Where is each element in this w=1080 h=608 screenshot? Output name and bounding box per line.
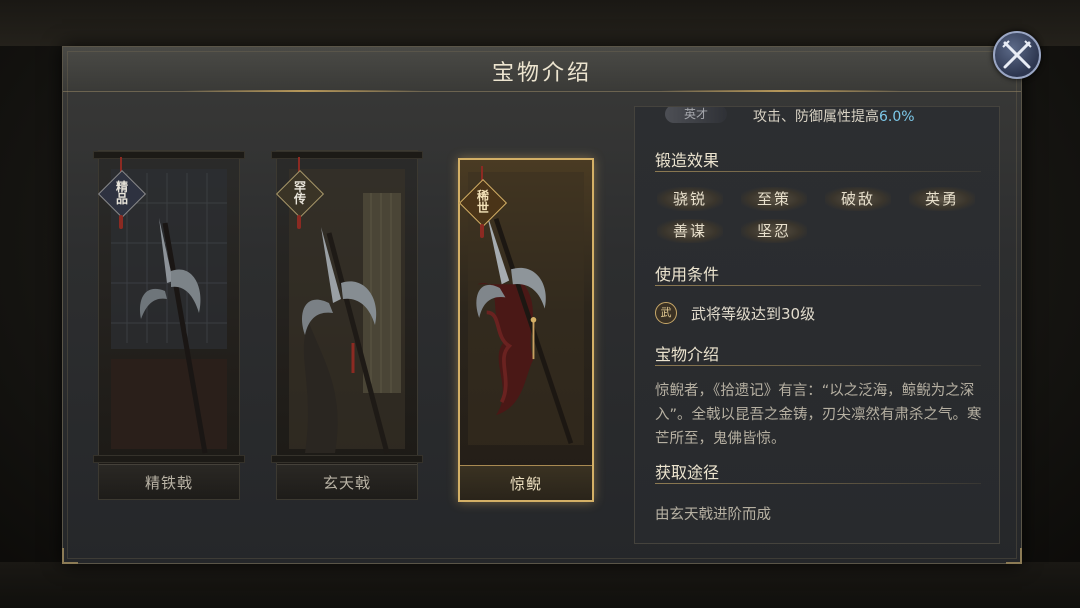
close-button[interactable] bbox=[993, 31, 1041, 79]
section-divider bbox=[655, 171, 981, 172]
rarity-char: 传 bbox=[293, 192, 306, 206]
forge-title: 锻造效果 bbox=[655, 151, 720, 170]
scroll-rod bbox=[271, 151, 423, 159]
weapon-name-bar: 惊鲵 bbox=[460, 465, 592, 500]
forge-effect-chip: 善谋 bbox=[657, 219, 723, 243]
rarity-tag-text: 稀 世 bbox=[465, 190, 501, 214]
rarity-tag-text: 精 品 bbox=[104, 181, 140, 205]
attribute-badge: 英才 bbox=[665, 107, 727, 123]
scroll-rod bbox=[93, 455, 245, 463]
tag-tassel bbox=[297, 215, 301, 229]
weapon-name: 玄天戟 bbox=[322, 473, 371, 492]
forge-effect-chip: 至策 bbox=[741, 187, 807, 211]
forge-effect-chip: 英勇 bbox=[909, 187, 975, 211]
condition-title: 使用条件 bbox=[655, 265, 720, 284]
weapon-name: 惊鲵 bbox=[509, 474, 542, 493]
condition-text: 武将等级达到30级 bbox=[691, 305, 816, 323]
tag-tassel bbox=[480, 224, 484, 238]
rarity-tag-text: 罕 传 bbox=[282, 181, 318, 205]
scroll-rod bbox=[93, 151, 245, 159]
forge-effect-chip: 破敌 bbox=[825, 187, 891, 211]
attribute-text: 攻击、防御属性提高6.0% bbox=[753, 107, 915, 126]
corner-ornament bbox=[1006, 548, 1022, 564]
crossed-swords-close-icon bbox=[1002, 40, 1032, 69]
attribute-desc: 攻击、防御属性提高 bbox=[753, 109, 879, 125]
treasure-info-panel[interactable]: 英才 攻击、防御属性提高6.0% 锻造效果 骁锐 至策 破敌 英勇 善谋 坚忍 … bbox=[634, 106, 1000, 544]
forge-effect-chip: 骁锐 bbox=[657, 187, 723, 211]
background-top bbox=[0, 0, 1080, 46]
intro-text: 惊鲵者，《拾遗记》有言：“以之泛海，鲸鲵为之深入”。全戟以昆吾之金铸，刃尖凛然有… bbox=[655, 383, 982, 447]
title-divider-left bbox=[183, 90, 423, 92]
weapon-name-bar: 玄天戟 bbox=[277, 464, 417, 499]
dialog-title-bar: 宝物介绍 bbox=[63, 47, 1021, 92]
rarity-char: 品 bbox=[115, 192, 128, 206]
section-divider bbox=[655, 285, 981, 286]
general-seal-icon: 武 bbox=[655, 302, 677, 324]
source-title: 获取途径 bbox=[655, 463, 720, 482]
weapon-card-jingtieji[interactable]: 精 品 精铁戟 bbox=[93, 150, 245, 500]
source-text: 由玄天戟进阶而成 bbox=[655, 507, 771, 523]
tag-tassel bbox=[119, 215, 123, 229]
intro-title: 宝物介绍 bbox=[655, 345, 720, 364]
weapon-card-jingni[interactable]: 稀 世 惊鲵 bbox=[458, 158, 594, 502]
forge-effect-chip: 坚忍 bbox=[741, 219, 807, 243]
weapon-name-bar: 精铁戟 bbox=[99, 464, 239, 499]
weapon-card-xuantianji[interactable]: 罕 传 玄天戟 bbox=[271, 150, 423, 500]
rarity-char: 世 bbox=[476, 201, 489, 215]
attribute-value: 6.0% bbox=[879, 109, 915, 125]
title-divider-right bbox=[661, 90, 901, 92]
weapon-name: 精铁戟 bbox=[144, 473, 193, 492]
corner-ornament bbox=[62, 548, 78, 564]
section-divider bbox=[655, 365, 981, 366]
scroll-rod bbox=[271, 455, 423, 463]
background-bottom bbox=[0, 562, 1080, 608]
attribute-row: 英才 攻击、防御属性提高6.0% bbox=[657, 107, 997, 129]
section-divider bbox=[655, 483, 981, 484]
dialog-title: 宝物介绍 bbox=[491, 61, 592, 86]
